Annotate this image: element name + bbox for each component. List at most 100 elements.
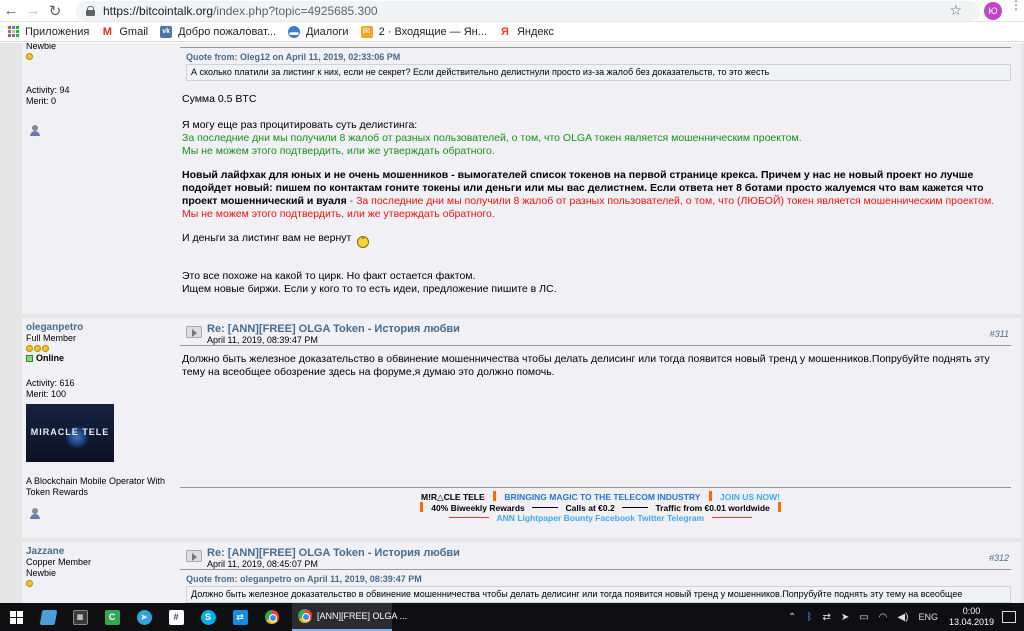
volume-icon[interactable]: ◀)	[897, 612, 908, 623]
quote-header[interactable]: Quote from: oleganpetro on April 11, 201…	[186, 574, 1021, 584]
taskbar-chrome-window[interactable]: [ANN][FREE] OLGA ...	[292, 603, 407, 631]
post-body: Re: [ANN][FREE] OLGA Token - История люб…	[180, 318, 1021, 523]
bookmark-label: 2 · Входящие — Ян...	[378, 25, 487, 38]
wifi-icon[interactable]: ◠	[879, 612, 888, 623]
bluetooth-icon[interactable]: ᛒ	[806, 612, 812, 623]
signature-link-twitter[interactable]: Twitter	[637, 513, 664, 523]
signature-link-ann[interactable]: ANN	[497, 513, 515, 523]
bookmark-label: Gmail	[119, 25, 149, 38]
bookmark-vk[interactable]: vk Добро пожаловат...	[160, 25, 276, 38]
avatar-text: MIRACLE TELE	[30, 427, 110, 437]
poster-username[interactable]: oleganpetro	[26, 322, 176, 333]
signature-join-link[interactable]: JOIN US NOW!	[720, 492, 780, 502]
post-paragraph: Ищем новые биржи. Если у кого то то есть…	[182, 283, 557, 295]
green-quote-line: Мы не можем этого подтвердить, или же ут…	[182, 145, 495, 157]
taskbar-app[interactable]: ▦	[64, 603, 96, 631]
signature-brand[interactable]: M!R△CLE TELE	[421, 492, 485, 502]
chrome-icon	[265, 610, 279, 624]
windows-logo-icon	[9, 610, 23, 624]
user-merit: Merit: 100	[26, 389, 67, 399]
forward-arrow-icon[interactable]: →	[22, 0, 44, 22]
red-dash: -	[346, 195, 357, 207]
post-number-link[interactable]: #311	[990, 329, 1009, 339]
notepad-icon	[39, 609, 57, 625]
signature-traffic: Traffic from €0.01 worldwide	[655, 503, 770, 513]
address-bar[interactable]: https://bitcointalk.org/index.php?topic=…	[76, 1, 980, 21]
taskbar-window-label: [ANN][FREE] OLGA ...	[317, 611, 408, 621]
quote-header[interactable]: Quote from: Oleg12 on April 11, 2019, 02…	[186, 52, 1021, 62]
forum-post: Newbie Activity: 94 Merit: 0 Quote from:…	[22, 43, 1021, 314]
post-text-line: И деньги за листинг вам не вернут	[182, 232, 352, 244]
poster-username[interactable]: Jazzane	[26, 546, 176, 557]
coin-icon	[34, 345, 41, 352]
bookmark-dialogs[interactable]: ▬ Диалоги	[288, 25, 349, 38]
teamviewer-tray-icon[interactable]: ⇄	[822, 612, 830, 623]
bookmark-label: Яндекс	[516, 25, 554, 38]
battery-icon[interactable]: ▭	[859, 612, 868, 623]
action-center-icon[interactable]	[1002, 611, 1016, 623]
post-paragraph: Новый лайфхак для юных и не очень мошенн…	[182, 169, 1011, 208]
signature: M!R△CLE TELE BRINGING MAGIC TO THE TELEC…	[180, 488, 1021, 523]
post-number-link[interactable]: #312	[989, 553, 1009, 563]
post-header: Re: [ANN][FREE] OLGA Token - История люб…	[180, 318, 1011, 346]
taskbar-app[interactable]	[256, 603, 288, 631]
show-hidden-icons-icon[interactable]: ⌃	[788, 612, 796, 623]
post-paragraph: Сумма 0.5 BTC	[182, 93, 257, 105]
bookmark-apps[interactable]: Приложения	[8, 26, 89, 38]
view-profile-icon[interactable]	[30, 508, 44, 520]
confused-smiley-icon: ˘	[357, 236, 370, 248]
taskbar-app[interactable]: ⇄	[224, 603, 256, 631]
post-paragraph: И деньги за листинг вам не вернут ˘	[182, 232, 1011, 248]
signature-link-bounty[interactable]: Bounty	[564, 513, 593, 523]
post-subject-link[interactable]: Re: [ANN][FREE] OLGA Token - История люб…	[207, 547, 460, 559]
signature-dash	[449, 517, 490, 518]
chat-icon: ▬	[288, 25, 301, 38]
browser-menu-icon[interactable]: ⋮	[1010, 0, 1022, 11]
forum-post: oleganpetro Full Member Online Activity:…	[22, 318, 1021, 538]
taskbar-app[interactable]: #	[160, 603, 192, 631]
slack-icon: #	[168, 609, 184, 625]
vk-icon: vk	[160, 25, 173, 38]
bookmark-yandex[interactable]: Я Яндекс	[498, 25, 554, 38]
poster-info: oleganpetro Full Member Online Activity:…	[22, 318, 180, 520]
taskbar-app[interactable]	[32, 603, 64, 631]
signature-link-facebook[interactable]: Facebook	[595, 513, 635, 523]
taskbar-app[interactable]: ➤	[128, 603, 160, 631]
signature-tagline[interactable]: BRINGING MAGIC TO THE TELECOM INDUSTRY	[504, 492, 700, 502]
signature-link-lightpaper[interactable]: Lightpaper	[517, 513, 561, 523]
telegram-tray-icon[interactable]: ➤	[841, 612, 849, 623]
user-merit: Merit: 0	[26, 96, 57, 106]
online-status: Online	[26, 353, 176, 364]
taskbar-app[interactable]: C	[96, 603, 128, 631]
forum-post: Jazzane Copper Member Newbie Re: [ANN][F…	[22, 542, 1021, 603]
signature-rewards: 40% Biweekly Rewards	[431, 503, 525, 513]
bookmark-gmail[interactable]: M Gmail	[101, 25, 149, 38]
bookmark-star-icon[interactable]: ☆	[949, 2, 962, 19]
signature-separator	[493, 491, 497, 501]
online-indicator-icon	[26, 355, 33, 362]
user-rank-secondary: Newbie	[26, 568, 57, 578]
view-profile-icon[interactable]	[30, 125, 44, 137]
profile-avatar[interactable]: Ю	[984, 2, 1002, 20]
bookmark-mail[interactable]: ✉ 2 · Входящие — Ян...	[360, 25, 487, 38]
post-paragraph: Я могу еще раз процитировать суть делист…	[182, 119, 418, 131]
signature-link-telegram[interactable]: Telegram	[667, 513, 704, 523]
clock-date: 13.04.2019	[948, 617, 994, 627]
back-arrow-icon[interactable]: ←	[0, 0, 22, 22]
language-indicator[interactable]: ENG	[918, 612, 938, 622]
url-text[interactable]: https://bitcointalk.org/index.php?topic=…	[103, 4, 378, 18]
post-header: Re: [ANN][FREE] OLGA Token - История люб…	[180, 542, 1011, 570]
post-subject-link[interactable]: Re: [ANN][FREE] OLGA Token - История люб…	[207, 323, 460, 335]
camtasia-icon: C	[104, 609, 120, 625]
reload-icon[interactable]: ↻	[44, 0, 66, 22]
mail-icon: ✉	[360, 25, 373, 38]
signature-calls: Calls at €0.2	[565, 503, 615, 513]
signature-dash	[622, 507, 649, 508]
start-button[interactable]	[0, 603, 32, 631]
taskbar-app[interactable]: S	[192, 603, 224, 631]
user-rank: Full Member	[26, 333, 77, 343]
clock[interactable]: 0:00 13.04.2019	[949, 606, 994, 628]
calculator-icon: ▦	[72, 609, 88, 625]
personal-text: A Blockchain Mobile Operator With Token …	[26, 476, 166, 497]
red-text: Мы не можем этого подтвердить, или же ут…	[182, 208, 495, 220]
